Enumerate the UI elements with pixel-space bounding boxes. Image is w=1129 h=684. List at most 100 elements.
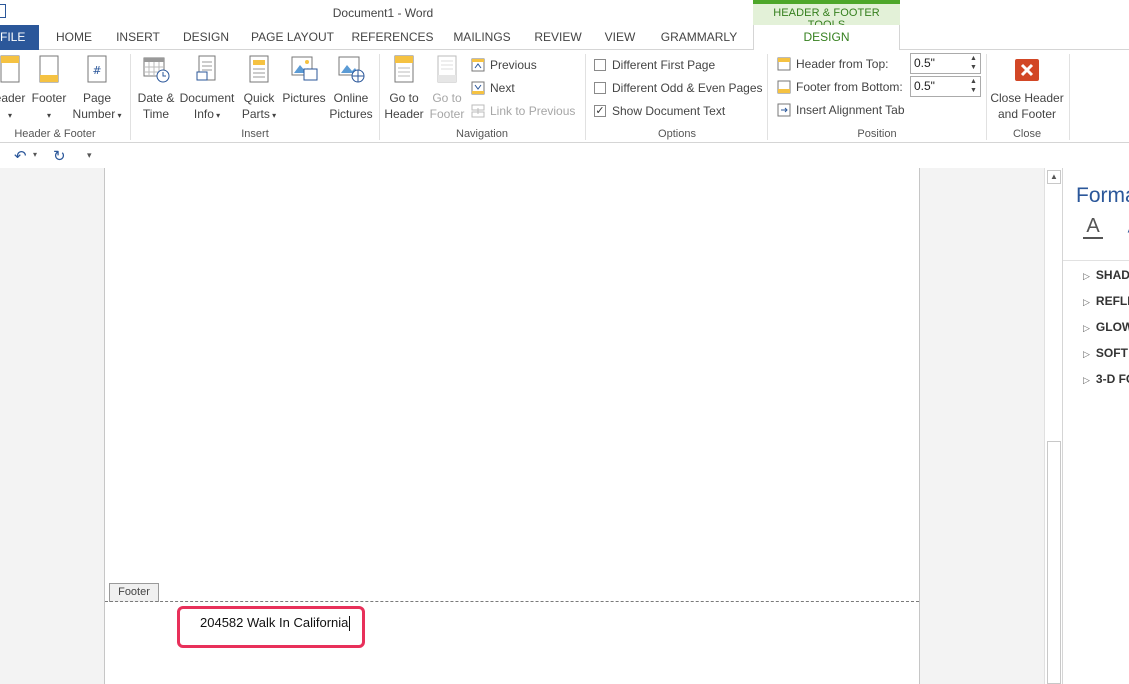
scroll-thumb[interactable] [1047, 441, 1061, 684]
link-to-previous-button[interactable]: Link to Previous [471, 101, 575, 121]
different-first-page-box[interactable] [594, 58, 606, 71]
pictures-button[interactable]: Pictures [281, 54, 327, 106]
previous-section-icon [471, 58, 485, 72]
section-3d-format[interactable]: ▷3-D FO [1083, 372, 1129, 386]
header-button[interactable]: eader▾ [0, 54, 26, 124]
tab-header-footer-design[interactable]: DESIGN [753, 25, 900, 51]
repeat-icon[interactable]: ↻ [53, 147, 66, 165]
header-icon [0, 54, 25, 86]
section-soft-edges-label: SOFT [1095, 346, 1128, 360]
different-odd-even-checkbox[interactable]: Different Odd & Even Pages [594, 78, 763, 98]
footer-tag: Footer [109, 583, 159, 602]
previous-button[interactable]: Previous [471, 55, 537, 75]
task-pane-title: Format [1076, 184, 1129, 207]
document-info-icon [192, 54, 222, 86]
insert-alignment-tab-label: Insert Alignment Tab [796, 103, 905, 117]
document-info-button[interactable]: Document Info ▾ [178, 54, 236, 124]
page-number-icon: # [82, 54, 112, 86]
date-time-label-2: Time [142, 107, 170, 121]
next-button[interactable]: Next [471, 78, 515, 98]
document-info-label-1: Document [179, 91, 235, 105]
group-divider [585, 54, 586, 140]
header-from-top-input[interactable]: 0.5" ▲ ▼ [910, 53, 981, 74]
customize-qat-icon[interactable]: ▾ [87, 150, 92, 161]
group-divider [379, 54, 380, 140]
tab-references[interactable]: REFERENCES [349, 25, 436, 50]
document-page[interactable]: Footer 204582 Walk In California [104, 168, 920, 684]
tab-grammarly[interactable]: GRAMMARLY [652, 25, 746, 50]
footer-position-icon [777, 80, 791, 94]
tab-page-layout[interactable]: PAGE LAYOUT [245, 25, 340, 50]
undo-icon[interactable]: ↶ [14, 147, 27, 165]
section-shadow[interactable]: ▷ SHAD [1083, 268, 1129, 282]
page-number-label-2: Number [72, 107, 116, 121]
go-to-header-icon [389, 54, 419, 86]
tab-design[interactable]: DESIGN [176, 25, 236, 50]
footer-text: 204582 Walk In California [200, 615, 349, 630]
footer-boundary-line [105, 601, 919, 602]
next-section-icon [471, 81, 485, 95]
format-task-pane: Format A A ▷SHAD ▷REFLE ▷GLOW ▷SOFT ▷3-D… [1062, 168, 1129, 684]
show-document-text-checkbox[interactable]: ✓ Show Document Text [594, 101, 725, 121]
header-footer-tools-label: HEADER & FOOTER TOOLS [753, 0, 900, 31]
footer-button[interactable]: Footer ▾ [29, 54, 69, 124]
section-glow-label: GLOW [1095, 320, 1129, 334]
footer-from-bottom-text: Footer from Bottom: [796, 80, 903, 94]
text-fill-icon[interactable]: A [1081, 214, 1105, 245]
ribbon: eader▾ Footer▾ # Page Number ▾ Header & … [0, 50, 1129, 143]
group-divider [130, 54, 131, 140]
go-to-footer-label-2: Footer [429, 107, 465, 121]
tab-view[interactable]: VIEW [598, 25, 642, 50]
online-pictures-button[interactable]: Online Pictures [328, 54, 374, 122]
scroll-up-icon[interactable]: ▲ [1047, 170, 1061, 184]
insert-alignment-tab-button[interactable]: Insert Alignment Tab [777, 100, 905, 120]
task-pane-divider [1063, 260, 1129, 261]
footer-from-bottom-input[interactable]: 0.5" ▲ ▼ [910, 76, 981, 97]
ribbon-tab-row: FILE HOME INSERT DESIGN PAGE LAYOUT REFE… [0, 25, 1129, 51]
tab-insert[interactable]: INSERT [110, 25, 166, 50]
go-to-header-button[interactable]: Go to Header [382, 54, 426, 122]
document-area: Footer 204582 Walk In California [0, 168, 1062, 684]
window-title: Document1 - Word [332, 6, 434, 20]
tab-mailings[interactable]: MAILINGS [446, 25, 518, 50]
text-effects-icon[interactable]: A [1123, 214, 1129, 245]
different-first-page-checkbox[interactable]: Different First Page [594, 55, 715, 75]
section-reflection[interactable]: ▷REFLE [1083, 294, 1129, 308]
section-shadow-label: SHAD [1095, 268, 1129, 282]
show-document-text-box[interactable]: ✓ [594, 104, 606, 117]
quick-parts-button[interactable]: Quick Parts ▾ [238, 54, 280, 124]
close-header-footer-button[interactable]: Close Header and Footer [989, 54, 1065, 122]
footer-button-label: Footer [31, 91, 67, 105]
footer-icon [34, 54, 64, 86]
header-from-top-value: 0.5" [914, 56, 935, 70]
vertical-scrollbar[interactable]: ▲ [1044, 168, 1062, 684]
pictures-label: Pictures [282, 91, 326, 105]
tab-home[interactable]: HOME [47, 25, 101, 50]
header-spin-arrows-icon[interactable]: ▲ ▼ [967, 54, 980, 73]
tab-file[interactable]: FILE [0, 25, 39, 50]
undo-dropdown-icon[interactable]: ▾ [33, 150, 37, 159]
date-time-button[interactable]: Date & Time [134, 54, 178, 122]
go-to-header-label-1: Go to [389, 91, 419, 105]
pictures-icon [289, 54, 319, 86]
link-to-previous-icon [471, 104, 485, 118]
date-time-label-1: Date & [137, 91, 175, 105]
section-glow[interactable]: ▷GLOW [1083, 320, 1129, 334]
alignment-tab-icon [777, 103, 791, 117]
close-header-footer-label-1: Close Header [990, 91, 1064, 105]
footer-spin-arrows-icon[interactable]: ▲ ▼ [967, 77, 980, 96]
section-soft-edges[interactable]: ▷ SOFT [1083, 346, 1128, 360]
go-to-footer-button[interactable]: Go to Footer [426, 54, 468, 122]
header-from-top-text: Header from Top: [796, 57, 889, 71]
page-number-button[interactable]: # Page Number ▾ [70, 54, 124, 124]
different-odd-even-box[interactable] [594, 81, 606, 94]
svg-text:A: A [1086, 215, 1100, 237]
tab-review[interactable]: REVIEW [528, 25, 588, 50]
svg-text:#: # [92, 64, 101, 77]
footer-from-bottom-label: Footer from Bottom: [777, 77, 903, 97]
calendar-clock-icon [141, 54, 171, 86]
quick-parts-label-2: Parts [241, 107, 270, 121]
title-bar: Document1 - Word HEADER & FOOTER TOOLS [0, 0, 1129, 31]
footer-text-area[interactable]: 204582 Walk In California [200, 615, 351, 632]
header-from-top-label: Header from Top: [777, 54, 889, 74]
